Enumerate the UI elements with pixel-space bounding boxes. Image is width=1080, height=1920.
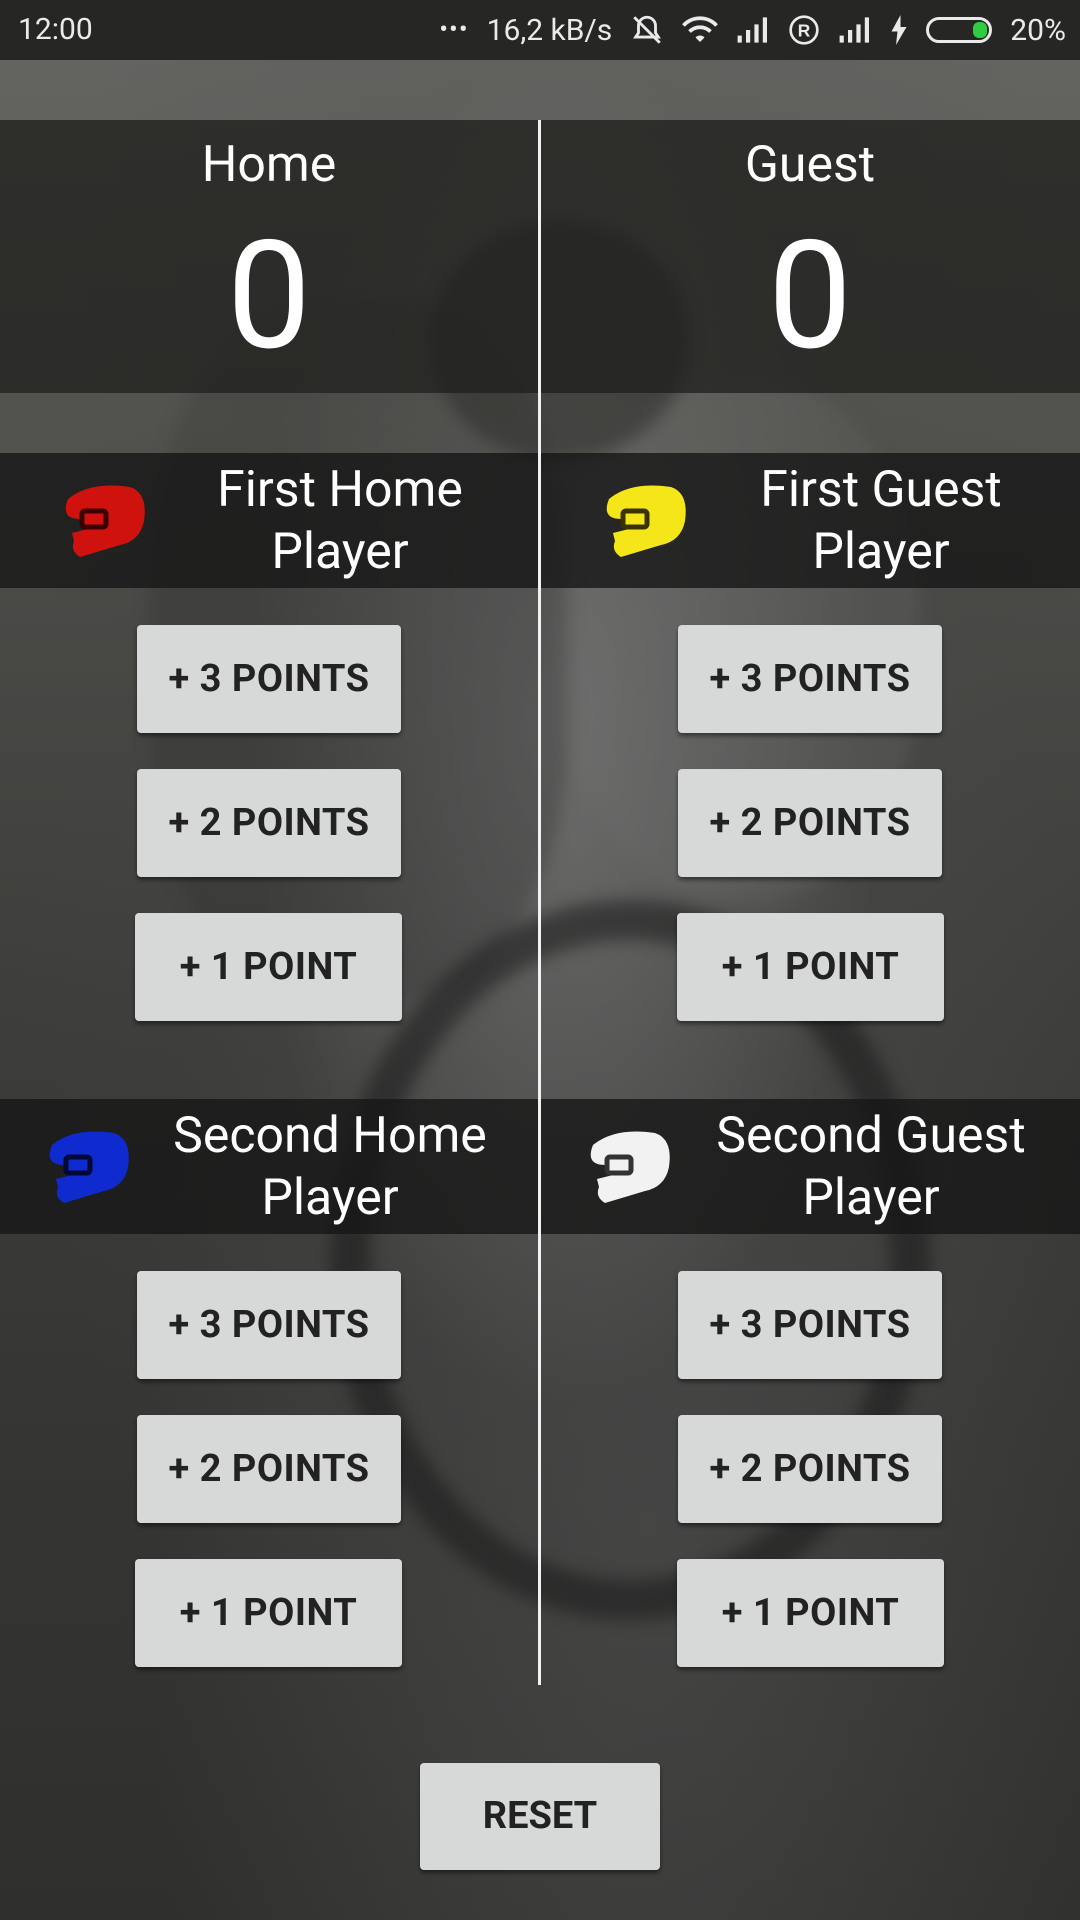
red-helmet-icon — [65, 485, 145, 557]
home-score: 0 — [226, 208, 312, 384]
battery-percent: 20% — [1010, 12, 1066, 48]
first-guest-plus1-button[interactable]: + 1 POINT — [677, 913, 944, 1021]
yellow-helmet-icon — [606, 485, 686, 557]
battery-icon — [926, 17, 993, 43]
charging-icon — [890, 15, 908, 45]
network-speed: 16,2 kB/s — [486, 12, 613, 48]
svg-text:R: R — [798, 21, 811, 41]
second-home-plus2-button[interactable]: + 2 POINTS — [137, 1415, 401, 1523]
signal-icon — [736, 16, 770, 44]
guest-team-panel: Guest 0 — [541, 120, 1079, 376]
first-home-plus2-button[interactable]: + 2 POINTS — [137, 769, 401, 877]
second-guest-player-title: Second Guest Player — [716, 1107, 1026, 1227]
header-strip — [0, 60, 1080, 120]
home-team-name: Home — [201, 136, 337, 194]
second-guest-plus3-button[interactable]: + 3 POINTS — [678, 1271, 942, 1379]
home-team-panel: Home 0 — [0, 120, 538, 376]
first-guest-player-header: First Guest Player — [541, 453, 1079, 588]
second-home-plus3-button[interactable]: + 3 POINTS — [137, 1271, 401, 1379]
guest-score: 0 — [767, 208, 853, 384]
first-home-plus3-button[interactable]: + 3 POINTS — [137, 625, 401, 733]
status-time: 12:00 — [18, 12, 93, 47]
guest-team-name: Guest — [744, 136, 876, 194]
second-guest-plus1-button[interactable]: + 1 POINT — [677, 1559, 944, 1667]
white-helmet-icon — [590, 1131, 670, 1203]
second-home-player-header: Second Home Player — [0, 1099, 538, 1234]
signal-icon-2 — [838, 16, 872, 44]
reset-button[interactable]: RESET — [420, 1763, 660, 1870]
first-guest-plus3-button[interactable]: + 3 POINTS — [678, 625, 942, 733]
status-icons: ••• 16,2 kB/s R 20% — [439, 8, 1066, 52]
second-home-plus1-button[interactable]: + 1 POINT — [135, 1559, 402, 1667]
second-guest-player-header: Second Guest Player — [541, 1099, 1079, 1234]
mute-icon — [630, 13, 664, 47]
first-home-player-title: First Home Player — [217, 461, 463, 581]
wifi-icon — [682, 15, 719, 45]
first-guest-player-title: First Guest Player — [760, 461, 1002, 581]
blue-helmet-icon — [49, 1131, 129, 1203]
second-guest-plus2-button[interactable]: + 2 POINTS — [678, 1415, 942, 1523]
first-home-player-header: First Home Player — [0, 453, 538, 588]
second-home-player-title: Second Home Player — [173, 1107, 487, 1227]
status-dots: ••• — [439, 15, 469, 45]
first-guest-plus2-button[interactable]: + 2 POINTS — [678, 769, 942, 877]
status-bar: 12:00 ••• 16,2 kB/s R 20% — [0, 0, 1080, 60]
first-home-plus1-button[interactable]: + 1 POINT — [135, 913, 402, 1021]
roaming-icon: R — [788, 14, 820, 46]
